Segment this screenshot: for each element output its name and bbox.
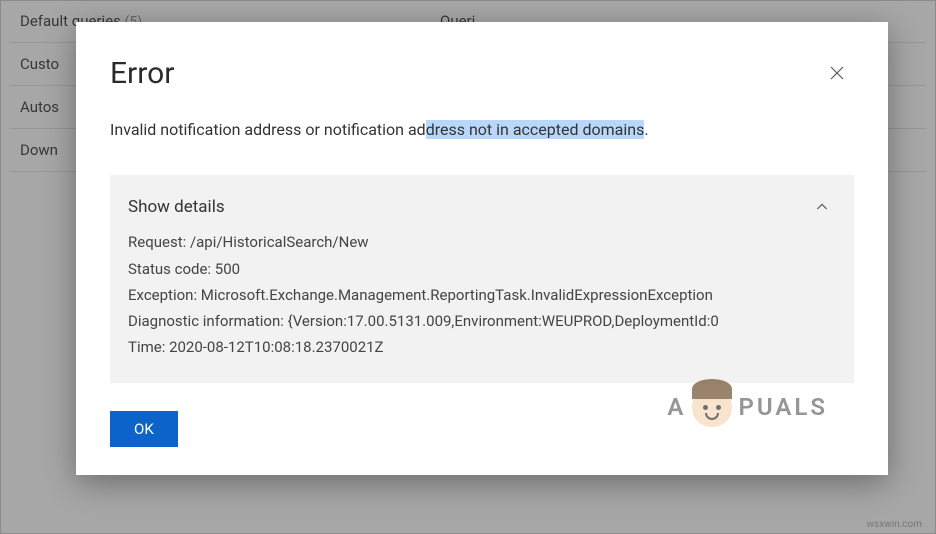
details-toggle[interactable]: Show details (128, 189, 836, 229)
details-heading: Show details (128, 197, 225, 217)
ok-button[interactable]: OK (110, 411, 178, 447)
detail-status: Status code: 500 (128, 256, 836, 282)
chevron-up-icon (808, 193, 836, 221)
close-icon (828, 64, 846, 82)
source-credit: wsxwin.com (867, 519, 922, 530)
error-dialog: Error Invalid notification address or no… (76, 22, 888, 475)
detail-time: Time: 2020-08-12T10:08:18.2370021Z (128, 334, 836, 360)
details-body: Request: /api/HistoricalSearch/New Statu… (128, 229, 836, 360)
details-panel: Show details Request: /api/HistoricalSea… (110, 175, 854, 382)
message-suffix: . (644, 120, 648, 139)
dialog-title: Error (110, 56, 174, 91)
message-highlight: dress not in accepted domains (426, 120, 645, 139)
detail-diagnostic: Diagnostic information: {Version:17.00.5… (128, 308, 836, 334)
detail-request: Request: /api/HistoricalSearch/New (128, 229, 836, 255)
close-button[interactable] (820, 56, 854, 90)
dialog-actions: OK (110, 411, 854, 447)
detail-exception: Exception: Microsoft.Exchange.Management… (128, 282, 836, 308)
dialog-message: Invalid notification address or notifica… (110, 119, 854, 141)
message-prefix: Invalid notification address or notifica… (110, 120, 426, 139)
